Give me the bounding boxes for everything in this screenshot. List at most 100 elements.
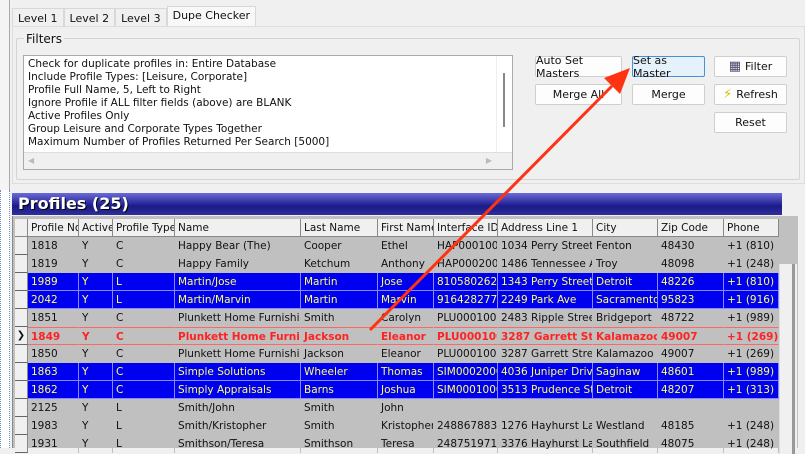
column-header[interactable]: Name bbox=[175, 219, 301, 237]
table-row[interactable]: 2042 Y L Martin/Marvin Martin Marvin 916428277… bbox=[15, 291, 779, 309]
refresh-button[interactable]: ⚡ Refresh bbox=[714, 84, 787, 105]
auto-set-masters-button[interactable]: Auto Set Masters bbox=[535, 54, 622, 80]
table-cell bbox=[724, 399, 779, 417]
grid-scroll-thumb[interactable] bbox=[792, 264, 795, 454]
table-cell: Southfield bbox=[593, 435, 658, 453]
table-cell: Y bbox=[79, 399, 113, 417]
horizontal-scrollbar[interactable]: ◀ ▶ bbox=[24, 152, 512, 169]
row-selector[interactable] bbox=[15, 255, 28, 273]
row-selector[interactable] bbox=[15, 381, 28, 399]
table-cell: 3287 Garrett Street bbox=[498, 345, 593, 363]
row-selector[interactable] bbox=[15, 417, 28, 435]
table-cell: Anthony bbox=[378, 255, 434, 273]
table-cell: +1 (248) 8 bbox=[724, 417, 779, 435]
filters-list[interactable]: Check for duplicate profiles in: Entire … bbox=[23, 55, 513, 170]
table-cell: 1276 Hayhurst Lane bbox=[498, 417, 593, 435]
filter-button[interactable]: ▦ Filter bbox=[714, 56, 787, 77]
table-cell: Y bbox=[79, 327, 113, 345]
table-cell: 49007 bbox=[658, 327, 724, 345]
table-cell bbox=[593, 399, 658, 417]
row-selector[interactable] bbox=[15, 309, 28, 327]
merge-button[interactable]: Merge bbox=[632, 84, 705, 105]
table-cell: +1 (810) 5 bbox=[724, 273, 779, 291]
row-selector[interactable] bbox=[15, 291, 28, 309]
table-cell: C bbox=[113, 237, 175, 255]
table-cell: Ethel bbox=[378, 237, 434, 255]
table-cell: 3513 Prudence Street bbox=[498, 381, 593, 399]
vertical-scrollbar[interactable] bbox=[496, 56, 512, 153]
table-cell: Plunkett Home Furnishings bbox=[175, 309, 301, 327]
column-header[interactable]: First Name bbox=[378, 219, 434, 237]
merge-all-button[interactable]: Merge All bbox=[535, 84, 622, 105]
column-header[interactable]: Profile No bbox=[28, 219, 79, 237]
column-header[interactable]: Zip Code bbox=[658, 219, 724, 237]
lightning-icon: ⚡ bbox=[723, 87, 733, 102]
table-cell: 95823 bbox=[658, 291, 724, 309]
reset-button[interactable]: Reset bbox=[714, 112, 787, 133]
table-cell: 1486 Tennessee Av bbox=[498, 255, 593, 273]
filter-icon: ▦ bbox=[728, 59, 742, 74]
row-selector[interactable] bbox=[15, 399, 28, 417]
column-header-row[interactable]: Profile No Active Profile Type Name Last Nam… bbox=[15, 219, 779, 237]
table-cell: Y bbox=[79, 417, 113, 435]
filter-label: Filter bbox=[745, 60, 773, 73]
column-header[interactable]: Interface ID bbox=[434, 219, 498, 237]
table-row[interactable]: 1851YCPlunkett Home FurnishingsSmithCaro… bbox=[15, 309, 779, 327]
table-cell: 2125 bbox=[28, 399, 79, 417]
table-cell: Detroit bbox=[593, 381, 658, 399]
column-header[interactable]: Active bbox=[79, 219, 113, 237]
row-selector[interactable] bbox=[15, 345, 28, 363]
table-cell: 48185 bbox=[658, 417, 724, 435]
table-row[interactable]: 1931 Y L Smithson/Teresa Smithson Teresa 24875… bbox=[15, 435, 779, 453]
table-cell: Y bbox=[79, 237, 113, 255]
scroll-left-icon[interactable]: ◀ bbox=[28, 156, 34, 165]
profiles-grid[interactable]: Profile No Active Profile Type Name Last Nam… bbox=[12, 216, 798, 454]
table-cell: 1034 Perry Street bbox=[498, 237, 593, 255]
table-cell: 48075 bbox=[658, 435, 724, 453]
row-selector[interactable] bbox=[15, 219, 28, 237]
table-cell: +1 (810) 7 bbox=[724, 237, 779, 255]
column-header[interactable]: Address Line 1 bbox=[498, 219, 593, 237]
table-cell: PLU0001000 bbox=[434, 327, 498, 345]
grid-vertical-scrollbar[interactable] bbox=[779, 264, 797, 454]
set-as-master-button[interactable]: Set as Master bbox=[632, 54, 705, 80]
table-row[interactable]: 1989 Y L Martin/Jose Martin Jose 8105802621 134… bbox=[15, 273, 779, 291]
current-row-indicator-icon[interactable]: ❯ bbox=[15, 327, 28, 345]
row-selector[interactable] bbox=[15, 363, 28, 381]
column-header[interactable]: Phone bbox=[724, 219, 779, 237]
table-row[interactable]: 1819 Y C Happy Family Ketchum Anthony HAP00020… bbox=[15, 255, 779, 273]
refresh-label: Refresh bbox=[736, 88, 778, 101]
table-row[interactable]: 1862 Y C Simply Appraisals Barns Joshua SIM000… bbox=[15, 381, 779, 399]
filter-line: Include Profile Types: [Leisure, Corpora… bbox=[28, 71, 248, 83]
column-header[interactable]: Profile Type bbox=[113, 219, 175, 237]
table-cell: Saginaw bbox=[593, 363, 658, 381]
table-row[interactable]: 1983 Y L Smith/Kristopher Smith Kristopher 248… bbox=[15, 417, 779, 435]
table-cell: Smithson bbox=[301, 435, 378, 453]
row-selector[interactable] bbox=[15, 435, 28, 453]
tab-level-1[interactable]: Level 1 bbox=[12, 8, 64, 26]
table-row[interactable]: 2125 Y L Smith/John Smith John bbox=[15, 399, 779, 417]
table-cell bbox=[658, 399, 724, 417]
table-cell: +1 (989) 9 bbox=[724, 363, 779, 381]
table-cell bbox=[434, 399, 498, 417]
table-row[interactable]: 1818 Y C Happy Bear (The) Cooper Ethel HAP0001… bbox=[15, 237, 779, 255]
scroll-right-icon[interactable]: ▶ bbox=[486, 156, 492, 165]
table-cell: C bbox=[113, 255, 175, 273]
table-cell: Marvin bbox=[378, 291, 434, 309]
column-header[interactable]: Last Name bbox=[301, 219, 378, 237]
splitter-handle[interactable] bbox=[0, 190, 10, 448]
scroll-thumb[interactable] bbox=[503, 73, 505, 127]
tab-dupe-checker[interactable]: Dupe Checker bbox=[166, 6, 257, 26]
table-row[interactable]: 1863 Y C Simple Solutions Wheeler Thomas SIM00… bbox=[15, 363, 779, 381]
table-row[interactable]: ❯1849YCPlunkett Home FurnishingsJacksonE… bbox=[15, 327, 779, 345]
row-selector[interactable] bbox=[15, 237, 28, 255]
table-cell bbox=[498, 399, 593, 417]
table-row[interactable]: 1850YCPlunkett Home FurnishingsJacksonEl… bbox=[15, 345, 779, 363]
tab-level-3[interactable]: Level 3 bbox=[115, 8, 167, 26]
row-selector[interactable] bbox=[15, 273, 28, 291]
table-cell: Sacramento bbox=[593, 291, 658, 309]
table-cell: Barns bbox=[301, 381, 378, 399]
table-cell: Happy Family bbox=[175, 255, 301, 273]
tab-level-2[interactable]: Level 2 bbox=[63, 8, 116, 26]
column-header[interactable]: City bbox=[593, 219, 658, 237]
